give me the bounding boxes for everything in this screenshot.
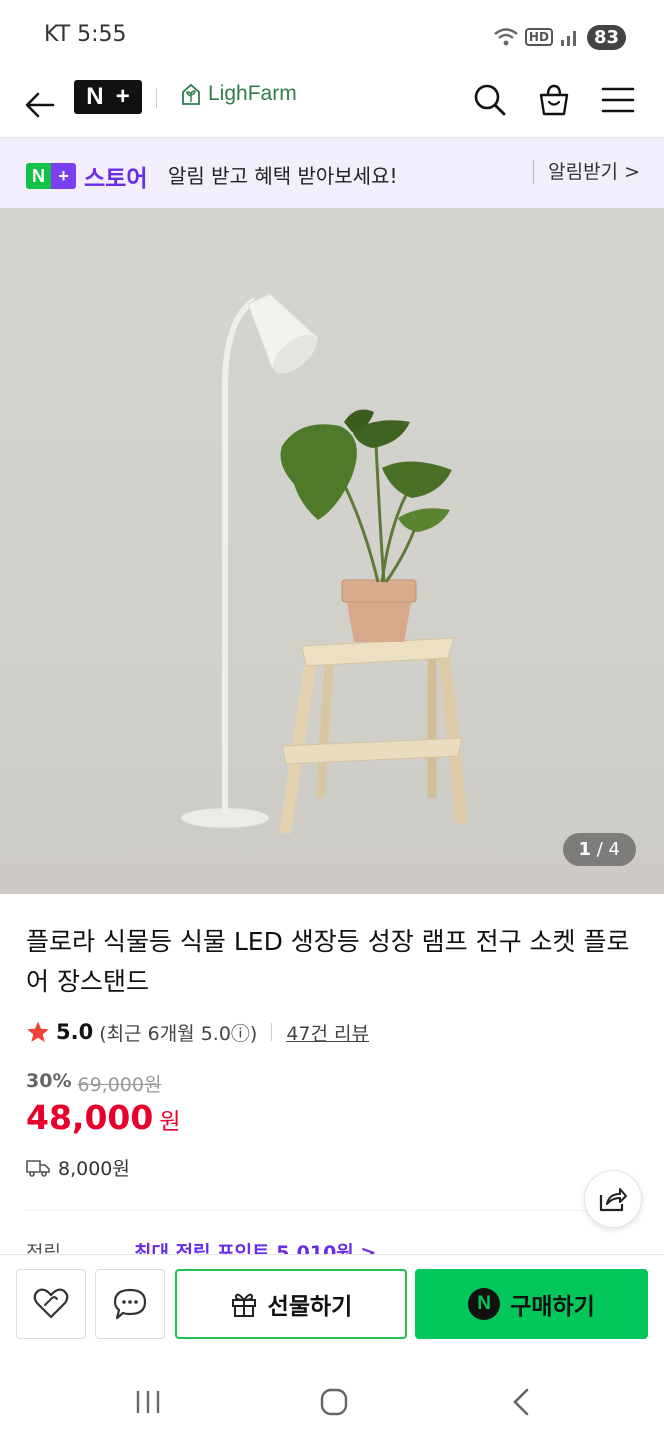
gift-label: 선물하기 [267, 1294, 353, 1320]
chat-bubble-icon [113, 1288, 147, 1320]
arrow-left-icon [25, 92, 55, 118]
status-bar: KT 5:55 HD 83 [0, 0, 664, 72]
store-word: 스토어 [84, 166, 148, 192]
price-amount: 48,000 [26, 1098, 154, 1137]
recent-apps-button[interactable] [118, 1372, 178, 1432]
rating-divider [271, 1023, 273, 1041]
discount-row: 30% 69,000원 [26, 1070, 161, 1097]
sale-price: 48,000 원 [26, 1098, 181, 1137]
status-carrier-time: KT 5:55 [44, 22, 127, 47]
points-label: 적립 [26, 1242, 61, 1254]
original-price: 69,000원 [77, 1074, 162, 1096]
status-icons: HD 83 [493, 22, 626, 52]
store-np-badge: N + [26, 163, 76, 189]
hd-icon: HD [524, 28, 553, 46]
page-current: 1 [578, 839, 592, 860]
app-header: N + LighFarm [0, 72, 664, 138]
buy-button[interactable]: N 구매하기 [415, 1269, 648, 1339]
info-divider [26, 1210, 638, 1211]
star-icon [27, 1021, 49, 1042]
shipping-fee: 8,000원 [58, 1158, 130, 1180]
system-navigation-bar [0, 1354, 664, 1440]
system-back-button[interactable] [490, 1372, 550, 1432]
cart-button[interactable] [532, 78, 576, 122]
product-image-carousel[interactable]: 1 / 4 [0, 208, 664, 894]
product-photo [0, 293, 664, 894]
store-np-plus: + [58, 165, 69, 186]
home-button[interactable] [304, 1372, 364, 1432]
store-message: 알림 받고 혜택 받아보세요! [168, 164, 398, 188]
nplus-store-logo: N + 스토어 [26, 159, 147, 193]
heart-icon [33, 1288, 69, 1319]
delivery-truck-icon [26, 1159, 50, 1177]
rating-row: 5.0 (최근 6개월 5.0ⓘ) 47건 리뷰 [26, 1016, 369, 1048]
home-icon [320, 1388, 348, 1416]
np-logo-plus: + [115, 83, 130, 110]
share-icon [599, 1188, 627, 1212]
back-button[interactable] [20, 80, 60, 130]
brand-logo[interactable]: LighFarm [180, 82, 297, 106]
rating-value: 5.0 [56, 1020, 94, 1044]
price-unit: 원 [159, 1109, 181, 1135]
image-page-indicator: 1 / 4 [562, 833, 636, 866]
discount-rate: 30% [26, 1070, 72, 1092]
battery-indicator: 83 [586, 24, 626, 50]
header-divider [156, 88, 157, 108]
search-icon [474, 84, 506, 116]
shopping-bag-icon [539, 84, 569, 116]
np-logo-n: N [86, 83, 104, 110]
product-title: 플로라 식물등 식물 LED 생장등 성장 램프 전구 소켓 플로어 장스탠드 [26, 927, 630, 996]
page-separator: / [591, 839, 609, 860]
max-points-link[interactable]: 최대 적립 포인트 5,010원 > [134, 1238, 376, 1254]
hamburger-menu-icon [601, 87, 635, 113]
search-button[interactable] [468, 78, 512, 122]
gift-button[interactable]: 선물하기 [175, 1269, 407, 1339]
wishlist-button[interactable] [16, 1269, 86, 1339]
buy-label: 구매하기 [510, 1294, 595, 1320]
rating-recent[interactable]: (최근 6개월 5.0ⓘ) [99, 1019, 257, 1046]
naver-plus-logo[interactable]: N + [74, 80, 142, 114]
leaf-house-icon [182, 83, 200, 105]
signal-icon [560, 31, 576, 46]
store-np-n: N [26, 163, 51, 189]
talk-button[interactable] [95, 1269, 165, 1339]
recent-apps-icon [136, 1391, 160, 1413]
page-total: 4 [608, 839, 620, 860]
menu-button[interactable] [596, 78, 640, 122]
store-notification-banner: N + 스토어 알림 받고 혜택 받아보세요! 알림받기 > [0, 138, 664, 208]
gift-icon [231, 1293, 256, 1317]
shipping-row: 8,000원 [26, 1154, 130, 1181]
chevron-left-icon [513, 1388, 529, 1416]
npay-icon: N [468, 1288, 501, 1320]
wifi-icon [494, 28, 518, 46]
share-button[interactable] [584, 1170, 642, 1228]
reviews-link[interactable]: 47건 리뷰 [286, 1019, 369, 1046]
alarm-subscribe-button[interactable]: 알림받기 > [533, 160, 640, 184]
bottom-action-bar: 선물하기 N 구매하기 [0, 1254, 664, 1354]
brand-name: LighFarm [208, 82, 297, 105]
